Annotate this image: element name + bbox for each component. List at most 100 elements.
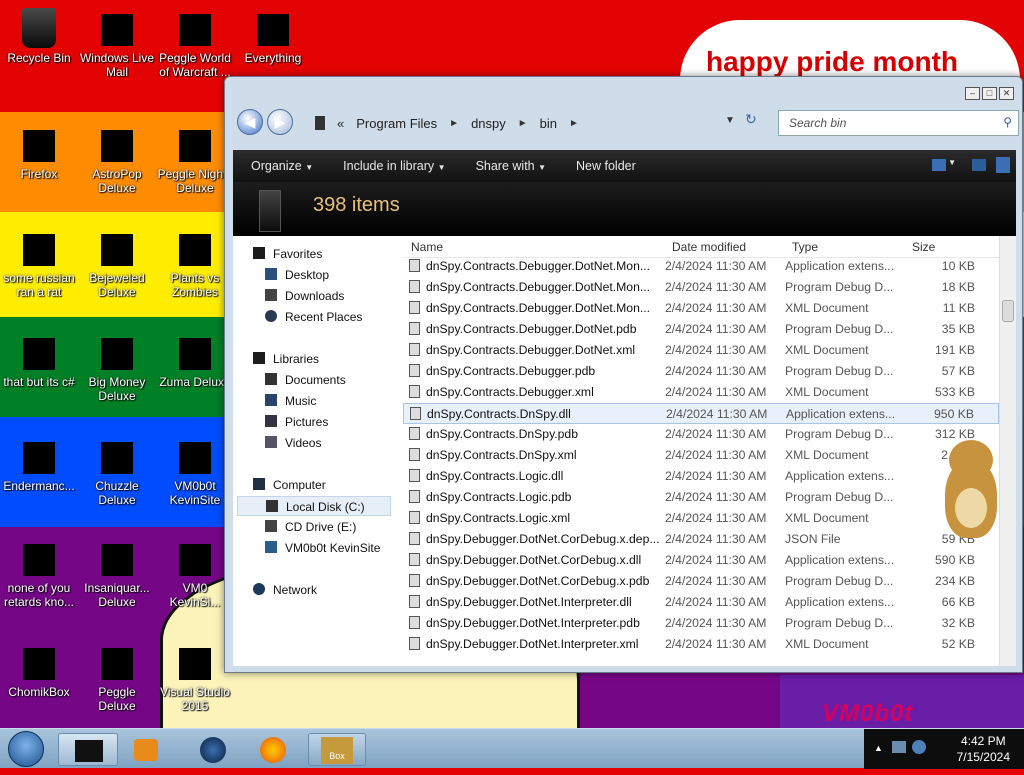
nav-vm-kevinsite[interactable]: VM0b0t KevinSite: [265, 538, 380, 558]
file-row[interactable]: dnSpy.Contracts.Debugger.DotNet.pdb 2/4/2…: [403, 319, 999, 340]
desktop-icon-peggle-nights[interactable]: Peggle Nights Deluxe: [156, 124, 234, 195]
column-date-modified[interactable]: Date modified: [672, 240, 746, 254]
desktop-icon-peggle-wow[interactable]: Peggle World of Warcraft ...: [156, 8, 234, 79]
tray-expand-icon[interactable]: ▲: [874, 743, 883, 753]
desktop-icon-zuma[interactable]: Zuma Deluxe: [156, 332, 234, 389]
desktop-icon-big-money[interactable]: Big Money Deluxe: [78, 332, 156, 403]
file-row[interactable]: dnSpy.Contracts.Debugger.DotNet.Mon... 2/…: [403, 298, 999, 319]
file-row[interactable]: dnSpy.Contracts.Debugger.xml 2/4/2024 11:…: [403, 382, 999, 403]
start-button[interactable]: [8, 731, 44, 767]
file-size: 234 KB: [935, 574, 975, 588]
close-icon[interactable]: ✕: [999, 87, 1014, 100]
file-row[interactable]: dnSpy.Contracts.Debugger.DotNet.xml 2/4/2…: [403, 340, 999, 361]
file-row[interactable]: dnSpy.Contracts.DnSpy.dll 2/4/2024 11:30 …: [403, 403, 999, 424]
file-row[interactable]: dnSpy.Debugger.DotNet.Interpreter.dll 2/4…: [403, 592, 999, 613]
chevron-right-icon[interactable]: ►: [449, 118, 459, 129]
desktop-icon-mail[interactable]: Windows Live Mail: [78, 8, 156, 79]
file-row[interactable]: dnSpy.Contracts.Logic.xml 2/4/2024 11:30 …: [403, 508, 999, 529]
maximize-icon[interactable]: □: [982, 87, 997, 100]
search-input[interactable]: Search bin ⚲: [778, 110, 1019, 136]
breadcrumb-program-files[interactable]: Program Files: [356, 116, 437, 131]
breadcrumb-overflow[interactable]: «: [337, 116, 344, 131]
file-row[interactable]: dnSpy.Debugger.DotNet.Interpreter.xml 2/4…: [403, 634, 999, 655]
forward-arrow-icon[interactable]: ▶: [267, 109, 293, 135]
nav-videos[interactable]: Videos: [265, 433, 321, 453]
desktop-icon-csharp[interactable]: that but its c#: [0, 332, 78, 389]
file-row[interactable]: dnSpy.Debugger.DotNet.CorDebug.x.pdb 2/4/…: [403, 571, 999, 592]
nav-cd-drive[interactable]: CD Drive (E:): [265, 517, 356, 537]
nav-pictures[interactable]: Pictures: [265, 412, 328, 432]
taskbar-firefox-button[interactable]: [256, 733, 292, 766]
desktop-icon-chomikbox[interactable]: ChomikBox: [0, 642, 78, 699]
file-row[interactable]: dnSpy.Contracts.DnSpy.xml 2/4/2024 11:30 …: [403, 445, 999, 466]
taskbar: Box ▲ 4:42 PM 7/15/2024: [0, 728, 1024, 769]
column-type[interactable]: Type: [792, 240, 818, 254]
desktop-icon-astropop[interactable]: AstroPop Deluxe: [78, 124, 156, 195]
nav-documents[interactable]: Documents: [265, 370, 346, 390]
scroll-thumb[interactable]: [1002, 300, 1014, 322]
view-options-icon[interactable]: [932, 159, 946, 171]
nav-libraries[interactable]: Libraries: [253, 349, 319, 369]
file-row[interactable]: dnSpy.Debugger.DotNet.Interpreter.pdb 2/4…: [403, 613, 999, 634]
desktop-icon-chuzzle[interactable]: Chuzzle Deluxe: [78, 436, 156, 507]
desktop-icon-visual-studio[interactable]: Visual Studio 2015: [156, 642, 234, 713]
refresh-icon[interactable]: ↻: [745, 111, 757, 128]
insaniquarium-icon: [101, 544, 133, 576]
file-row[interactable]: dnSpy.Debugger.DotNet.CorDebug.x.dll 2/4/…: [403, 550, 999, 571]
file-type: Application extens...: [785, 259, 895, 273]
file-row[interactable]: dnSpy.Contracts.Logic.dll 2/4/2024 11:30 …: [403, 466, 999, 487]
nav-local-disk[interactable]: Local Disk (C:): [237, 496, 391, 516]
desktop-icon-bejeweled[interactable]: Bejeweled Deluxe: [78, 228, 156, 299]
taskbar-globe-button[interactable]: [196, 733, 232, 766]
help-icon[interactable]: [996, 157, 1010, 173]
desktop-icon-vm2[interactable]: VM0 KevinSi...: [156, 538, 234, 609]
chevron-right-icon[interactable]: ►: [569, 118, 579, 129]
file-icon: [409, 259, 420, 272]
breadcrumb-bin[interactable]: bin: [540, 116, 557, 131]
new-folder-button[interactable]: New folder: [576, 159, 636, 173]
taskbar-explorer-button[interactable]: [58, 733, 118, 766]
taskbar-media-player-button[interactable]: [130, 733, 166, 766]
nav-downloads[interactable]: Downloads: [265, 286, 344, 306]
nav-favorites[interactable]: Favorites: [253, 244, 322, 264]
desktop-icon-everything[interactable]: Everything: [234, 8, 312, 65]
preview-pane-icon[interactable]: [972, 159, 986, 171]
desktop-icon-russian-rat[interactable]: some russian ran a rat: [0, 228, 78, 299]
file-row[interactable]: dnSpy.Contracts.Debugger.DotNet.Mon... 2/…: [403, 256, 999, 277]
organize-button[interactable]: Organize ▼: [251, 159, 313, 173]
share-with-button[interactable]: Share with ▼: [476, 159, 546, 173]
breadcrumb-dnspy[interactable]: dnspy: [471, 116, 506, 131]
taskbar-chomikbox-button[interactable]: Box: [308, 733, 366, 766]
file-row[interactable]: dnSpy.Contracts.Logic.pdb 2/4/2024 11:30 …: [403, 487, 999, 508]
file-row[interactable]: dnSpy.Contracts.Debugger.pdb 2/4/2024 11:…: [403, 361, 999, 382]
nav-network[interactable]: Network: [253, 580, 317, 600]
column-size[interactable]: Size: [912, 240, 935, 254]
nav-recent-places[interactable]: Recent Places: [265, 307, 362, 327]
file-row[interactable]: dnSpy.Contracts.DnSpy.pdb 2/4/2024 11:30 …: [403, 424, 999, 445]
desktop-icon-enderman[interactable]: Endermanc...: [0, 436, 78, 493]
nav-label: Music: [285, 394, 317, 408]
file-row[interactable]: dnSpy.Contracts.Debugger.DotNet.Mon... 2/…: [403, 277, 999, 298]
peggle-icon: [179, 14, 211, 46]
desktop-icon-recycle-bin[interactable]: Recycle Bin: [0, 8, 78, 65]
history-dropdown-icon[interactable]: ▼: [725, 115, 735, 126]
minimize-icon[interactable]: –: [965, 87, 980, 100]
desktop-icon-peggle-deluxe[interactable]: Peggle Deluxe: [78, 642, 156, 713]
desktop-icon-insaniquarium[interactable]: Insaniquar... Deluxe: [78, 538, 156, 609]
chevron-down-icon[interactable]: ▼: [948, 158, 956, 167]
desktop-icon-shortcut[interactable]: none of you retards kno...: [0, 538, 78, 609]
volume-icon[interactable]: [912, 740, 926, 754]
desktop-icon-vm-kevinsite[interactable]: VM0b0t KevinSite: [156, 436, 234, 507]
nav-computer[interactable]: Computer: [253, 475, 326, 495]
include-library-button[interactable]: Include in library ▼: [343, 159, 445, 173]
file-row[interactable]: dnSpy.Debugger.DotNet.CorDebug.x.dep... 2…: [403, 529, 999, 550]
nav-music[interactable]: Music: [265, 391, 316, 411]
chevron-right-icon[interactable]: ►: [518, 118, 528, 129]
network-icon[interactable]: [892, 741, 906, 753]
clock[interactable]: 4:42 PM 7/15/2024: [957, 733, 1010, 765]
back-arrow-icon[interactable]: ◀: [237, 109, 263, 135]
column-name[interactable]: Name: [411, 240, 443, 254]
desktop-icon-firefox[interactable]: Firefox: [0, 124, 78, 181]
nav-desktop[interactable]: Desktop: [265, 265, 329, 285]
desktop-icon-pvz[interactable]: Plants vs Zombies: [156, 228, 234, 299]
